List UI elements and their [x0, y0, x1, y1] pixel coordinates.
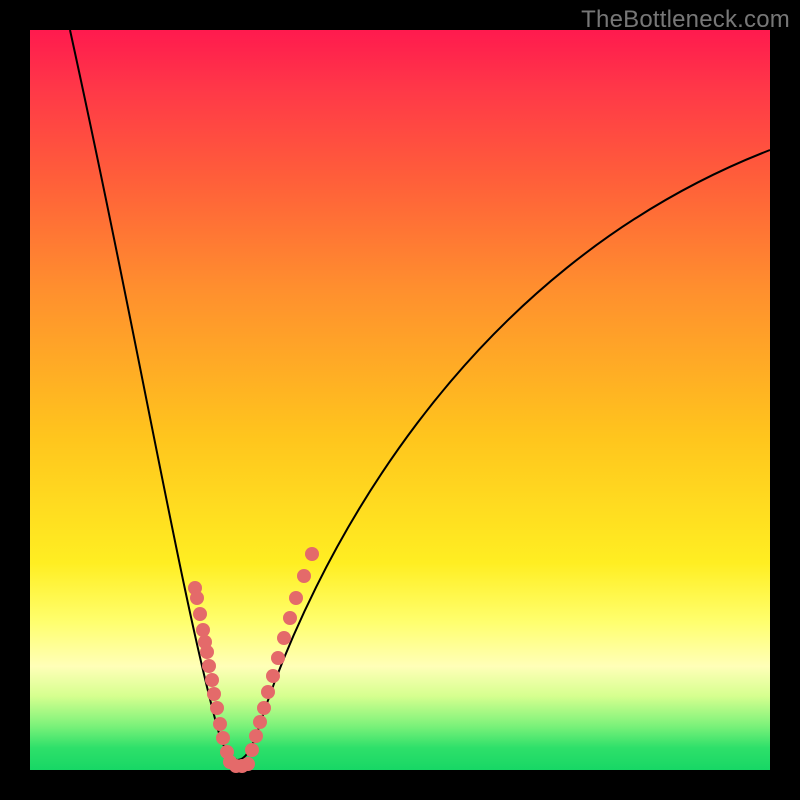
data-point: [196, 623, 210, 637]
chart-svg: [30, 30, 770, 770]
data-point: [213, 717, 227, 731]
chart-frame: [30, 30, 770, 770]
data-point: [297, 569, 311, 583]
data-point: [200, 645, 214, 659]
data-point: [245, 743, 259, 757]
data-point: [216, 731, 230, 745]
data-point: [190, 591, 204, 605]
data-point: [289, 591, 303, 605]
data-point: [277, 631, 291, 645]
data-point: [261, 685, 275, 699]
data-point: [271, 651, 285, 665]
data-point: [253, 715, 267, 729]
data-point: [249, 729, 263, 743]
data-point: [305, 547, 319, 561]
data-point: [205, 673, 219, 687]
data-points-group: [188, 547, 319, 773]
data-point: [257, 701, 271, 715]
data-point: [207, 687, 221, 701]
data-point: [202, 659, 216, 673]
data-point: [266, 669, 280, 683]
watermark-text: TheBottleneck.com: [581, 6, 790, 34]
data-point: [241, 757, 255, 771]
data-point: [283, 611, 297, 625]
bottleneck-curve: [70, 30, 770, 760]
data-point: [193, 607, 207, 621]
data-point: [210, 701, 224, 715]
